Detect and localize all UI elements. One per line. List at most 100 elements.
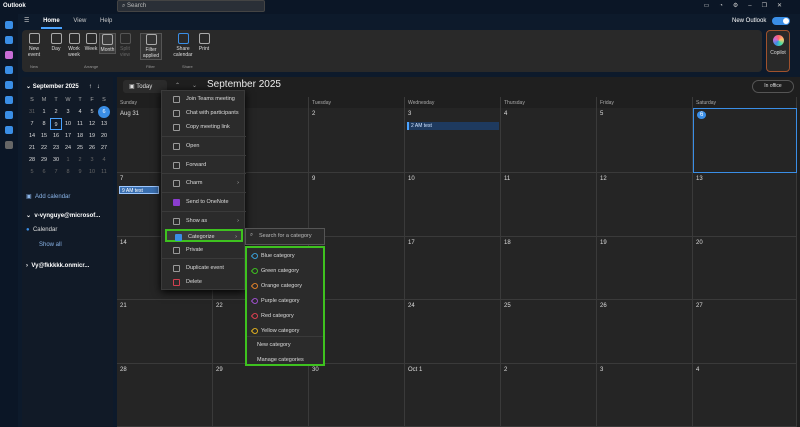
mini-cal-day[interactable]: 6 bbox=[98, 106, 110, 118]
menu-item-join-teams-meeting[interactable]: Join Teams meeting bbox=[165, 93, 243, 106]
day-cell[interactable]: 29 bbox=[213, 364, 309, 427]
apps-icon[interactable] bbox=[5, 141, 13, 149]
mini-cal-day[interactable]: 19 bbox=[86, 130, 98, 142]
mini-cal-day[interactable]: 5 bbox=[26, 166, 38, 178]
mini-cal-day[interactable]: 9 bbox=[74, 166, 86, 178]
day-cell[interactable]: 2 bbox=[309, 108, 405, 173]
mini-cal-day[interactable]: 22 bbox=[38, 142, 50, 154]
mini-cal-day[interactable]: 13 bbox=[98, 118, 110, 130]
day-cell[interactable]: 25 bbox=[501, 300, 597, 364]
day-button[interactable]: Day bbox=[50, 33, 62, 52]
day-cell[interactable]: 4 bbox=[693, 364, 797, 427]
todo-icon[interactable] bbox=[5, 81, 13, 89]
day-cell[interactable]: 30 bbox=[309, 364, 405, 427]
mini-cal-day[interactable]: 16 bbox=[50, 130, 62, 142]
menu-item-duplicate-event[interactable]: Duplicate event bbox=[165, 262, 243, 275]
onedrive-icon[interactable] bbox=[5, 126, 13, 134]
category-search-input[interactable]: ⌕ Search for a category bbox=[245, 228, 325, 245]
mini-cal-day[interactable]: 4 bbox=[98, 154, 110, 166]
day-cell[interactable]: 19 bbox=[597, 237, 693, 300]
search-input[interactable]: ⌕ Search bbox=[117, 0, 265, 12]
mini-cal-day[interactable]: 5 bbox=[86, 106, 98, 118]
account-1[interactable]: ⌄ v-vynguye@microsof... bbox=[26, 212, 100, 219]
mini-cal-day[interactable]: 11 bbox=[98, 166, 110, 178]
mini-cal-day[interactable]: 3 bbox=[62, 106, 74, 118]
collapse-icon[interactable]: ⌄ bbox=[26, 84, 33, 90]
calendar-checkbox[interactable]: ● Calendar bbox=[26, 227, 57, 233]
add-calendar-button[interactable]: ▣ Add calendar bbox=[26, 193, 70, 200]
day-cell[interactable]: 4 bbox=[501, 108, 597, 173]
prev-month-button[interactable]: ↑ bbox=[89, 84, 92, 90]
org-icon[interactable] bbox=[5, 111, 13, 119]
mini-cal-day[interactable]: 28 bbox=[26, 154, 38, 166]
category-item[interactable]: Orange category bbox=[249, 279, 302, 293]
files-icon[interactable] bbox=[5, 96, 13, 104]
mini-cal-day[interactable]: 1 bbox=[38, 106, 50, 118]
mini-cal-day[interactable]: 6 bbox=[38, 166, 50, 178]
day-cell[interactable]: 27 bbox=[693, 300, 797, 364]
calendar-event[interactable]: 9 AM test bbox=[119, 186, 159, 194]
copilot-app-icon[interactable] bbox=[5, 51, 13, 59]
new-event-button[interactable]: New event bbox=[26, 33, 42, 58]
mini-cal-day[interactable]: 30 bbox=[50, 154, 62, 166]
mini-cal-day[interactable]: 15 bbox=[38, 130, 50, 142]
day-cell[interactable]: 21 bbox=[117, 300, 213, 364]
mini-cal-day[interactable]: 24 bbox=[62, 142, 74, 154]
window-controls[interactable]: ▭◔⚙–❐✕ bbox=[704, 2, 792, 9]
day-cell[interactable]: 24 bbox=[405, 300, 501, 364]
mini-cal-day[interactable]: 8 bbox=[38, 118, 50, 130]
mini-cal-day[interactable]: 10 bbox=[86, 166, 98, 178]
day-cell[interactable]: Oct 1 bbox=[405, 364, 501, 427]
day-cell[interactable]: 6 bbox=[693, 108, 797, 173]
menu-item-open[interactable]: Open bbox=[165, 140, 243, 153]
mini-cal-day[interactable]: 17 bbox=[62, 130, 74, 142]
manage-category-button[interactable]: Manage categories bbox=[249, 353, 304, 367]
show-all-link[interactable]: Show all bbox=[39, 242, 62, 248]
calendar-icon[interactable] bbox=[5, 36, 13, 44]
tab-help[interactable]: Help bbox=[98, 15, 114, 27]
new-category-button[interactable]: New category bbox=[249, 338, 291, 352]
mini-cal-day[interactable]: 7 bbox=[50, 166, 62, 178]
filter-button[interactable]: Filter applied bbox=[140, 33, 162, 60]
day-cell[interactable]: 28 bbox=[117, 364, 213, 427]
mini-cal-day[interactable]: 2 bbox=[74, 154, 86, 166]
people-icon[interactable] bbox=[5, 66, 13, 74]
status-button[interactable]: In office bbox=[752, 80, 794, 93]
mini-cal-day[interactable]: 29 bbox=[38, 154, 50, 166]
day-cell[interactable]: 18 bbox=[501, 237, 597, 300]
month-title[interactable]: September 2025 bbox=[207, 79, 281, 90]
tab-home[interactable]: Home bbox=[41, 15, 62, 29]
mini-cal-day[interactable]: 3 bbox=[86, 154, 98, 166]
next-month-button[interactable]: ↓ bbox=[97, 84, 100, 90]
menu-item-chat-with-participants[interactable]: Chat with participants bbox=[165, 107, 243, 120]
next-button[interactable]: ⌄ bbox=[192, 82, 197, 89]
day-cell[interactable]: 17 bbox=[405, 237, 501, 300]
print-button[interactable]: Print bbox=[197, 33, 211, 52]
mini-cal-day[interactable]: 31 bbox=[26, 106, 38, 118]
mini-cal-day[interactable]: 10 bbox=[62, 118, 74, 130]
day-cell[interactable]: 3 bbox=[597, 364, 693, 427]
week-button[interactable]: Week bbox=[84, 33, 98, 52]
mini-cal-day[interactable]: 23 bbox=[50, 142, 62, 154]
menu-item-send-to-onenote[interactable]: Send to OneNote bbox=[165, 196, 243, 209]
month-button[interactable]: Month bbox=[99, 33, 116, 54]
hamburger-icon[interactable]: ☰ bbox=[22, 14, 31, 27]
day-cell[interactable]: 11 bbox=[501, 173, 597, 237]
mini-cal-day[interactable]: 26 bbox=[86, 142, 98, 154]
category-item[interactable]: Green category bbox=[249, 264, 299, 278]
menu-item-forward[interactable]: Forward bbox=[165, 159, 243, 172]
menu-item-categorize[interactable]: Categorize › bbox=[165, 229, 243, 242]
mini-cal-day[interactable]: 25 bbox=[74, 142, 86, 154]
mini-cal-day[interactable]: 8 bbox=[62, 166, 74, 178]
mail-icon[interactable] bbox=[5, 21, 13, 29]
mini-cal-day[interactable]: 20 bbox=[98, 130, 110, 142]
day-cell[interactable]: 26 bbox=[597, 300, 693, 364]
mini-cal-day[interactable]: 14 bbox=[26, 130, 38, 142]
menu-item-show-as[interactable]: Show as › bbox=[165, 215, 243, 228]
copilot-button[interactable]: Copilot bbox=[766, 30, 790, 72]
day-cell[interactable]: 2 bbox=[501, 364, 597, 427]
work-week-button[interactable]: Work week bbox=[66, 33, 82, 58]
calendar-event[interactable]: 2 AM test bbox=[407, 122, 499, 130]
menu-item-private[interactable]: Private bbox=[165, 244, 243, 257]
tab-view[interactable]: View bbox=[71, 15, 88, 27]
